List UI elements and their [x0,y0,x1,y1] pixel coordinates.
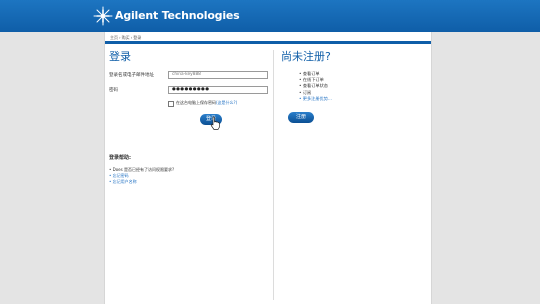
login-help-title: 登录帮助: [109,155,131,161]
password-label: 密码 [109,88,118,93]
what-is-this-link[interactable]: (这是什么?) [216,100,237,105]
username-label: 登录名或电子邮件地址 [109,73,154,78]
password-field[interactable]: ●●●●●●●●● [168,86,268,94]
login-help-list: • Does 是否已经有了访问权限要求? • 忘记密码 • 忘记用户名称 [109,167,174,185]
remember-label: 在这台电脑上保存密码 [176,100,216,105]
agilent-spark-icon [93,6,113,26]
forgot-username-link[interactable]: • 忘记用户名称 [109,179,174,185]
remember-checkbox[interactable] [168,101,174,107]
breadcrumb-separator: › [130,35,133,40]
benefits-list: • 查看订单 • 在线下订单 • 查看订单状态 • 订阅 • 更多注册优势... [299,71,332,102]
column-divider [273,50,274,300]
breadcrumb-buy[interactable]: 购买 [122,35,130,40]
breadcrumb-separator: › [119,35,121,40]
more-benefits-link[interactable]: • 更多注册优势... [299,96,332,102]
header-rule [105,41,431,44]
header-bar: Agilent Technologies [0,0,540,32]
login-title: 登录 [109,50,131,63]
brand-name[interactable]: Agilent Technologies [115,9,240,22]
hand-cursor-icon [210,116,220,130]
breadcrumb-home[interactable]: 主页 [110,35,118,40]
username-field[interactable]: china-key888 [168,71,268,79]
content-panel: 主页›购买›登录 登录 登录名或电子邮件地址 china-key888 密码 ●… [104,32,432,304]
register-button[interactable]: 注册 [288,112,314,123]
register-title: 尚未注册? [281,50,331,63]
remember-text: 在这台电脑上保存密码(这是什么?) [176,100,237,106]
breadcrumb-login: 登录 [133,35,142,40]
